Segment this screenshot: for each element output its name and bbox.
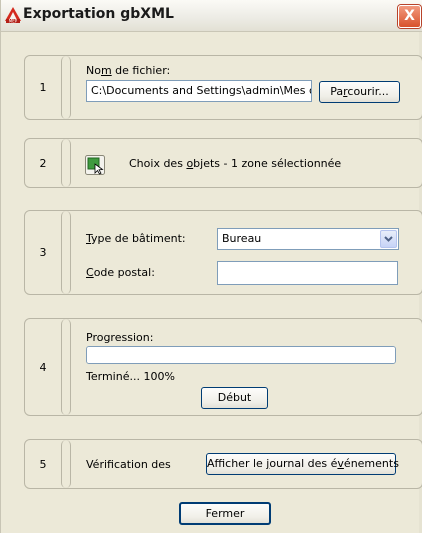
progress-fill	[87, 347, 395, 363]
chevron-down-icon	[384, 236, 393, 242]
file-name-label: Nom de fichier:	[86, 64, 171, 77]
postal-code-input[interactable]	[217, 261, 398, 285]
step-4-progress-group: 4 Progression: Terminé... 100% Début	[24, 318, 422, 416]
step-2-selection-group: 2 Choix des objets - 1 zone sélectionnée	[24, 138, 422, 188]
dropdown-arrow-button[interactable]	[380, 230, 397, 248]
object-choice-label: Choix des objets - 1 zone sélectionnée	[129, 157, 342, 170]
postal-code-label: Code postal:	[86, 266, 155, 279]
step-5-verification-group: 5 Vérification des Afficher le journal d…	[24, 439, 422, 489]
progress-bar	[86, 346, 396, 364]
step-3-number: 3	[39, 246, 47, 259]
svg-text:MEP: MEP	[9, 19, 18, 24]
step-1-number: 1	[39, 81, 47, 94]
file-path-input[interactable]: C:\Documents and Settings\admin\Mes c	[86, 80, 312, 102]
step-4-number: 4	[39, 360, 47, 374]
step-1-file-group: 1 Nom de fichier: C:\Documents and Setti…	[24, 55, 422, 120]
close-window-button[interactable]: X	[398, 5, 421, 28]
building-type-value: Bureau	[222, 232, 262, 245]
building-type-label: Type de bâtiment:	[86, 232, 186, 245]
step-divider	[61, 440, 71, 488]
step-5-number: 5	[39, 457, 47, 471]
progress-status: Terminé... 100%	[86, 370, 175, 383]
building-type-select[interactable]: Bureau	[217, 228, 399, 250]
close-icon: X	[404, 8, 415, 24]
step-divider	[61, 56, 71, 119]
close-dialog-button[interactable]: Fermer	[179, 502, 271, 525]
step-divider	[61, 211, 71, 294]
show-event-log-button[interactable]: Afficher le journal des événements	[206, 453, 399, 475]
autocad-a-icon: MEP	[5, 7, 21, 23]
gbxml-export-dialog: MEP Exportation gbXML X 1 Nom de fichier…	[0, 0, 422, 533]
step-divider	[61, 139, 71, 187]
browse-button[interactable]: Parcourir...	[319, 81, 400, 103]
step-divider	[61, 319, 71, 415]
select-objects-icon[interactable]	[85, 155, 105, 175]
verification-label: Vérification des	[86, 458, 171, 471]
step-2-number: 2	[39, 156, 47, 170]
start-button[interactable]: Début	[201, 387, 268, 409]
window-title: Exportation gbXML	[23, 6, 174, 22]
step-3-building-group: 3 Type de bâtiment: Bureau Code postal:	[24, 210, 422, 295]
title-bar[interactable]: MEP Exportation gbXML X	[1, 0, 422, 32]
progress-label: Progression:	[86, 331, 154, 344]
